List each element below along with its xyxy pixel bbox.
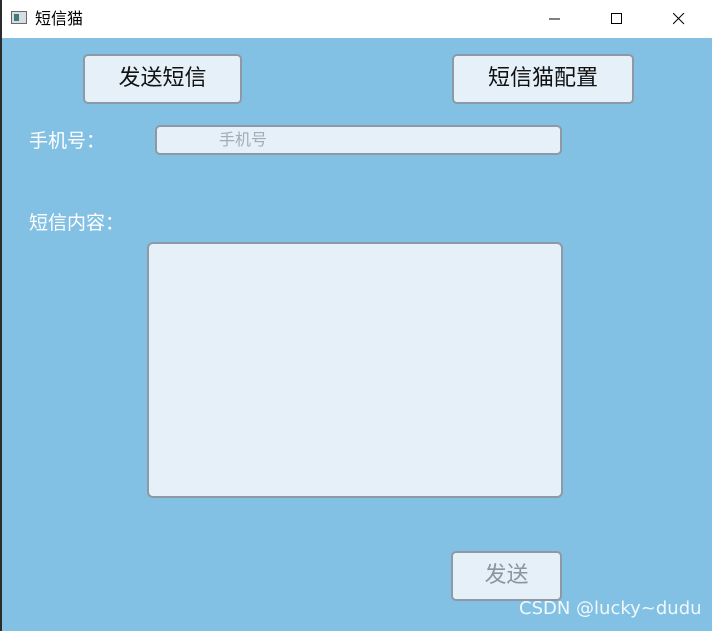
- app-icon: [11, 11, 27, 24]
- title-bar[interactable]: 短信猫: [2, 0, 712, 38]
- app-window: 短信猫 发送短信 短信猫配置 手机号： 手机号 短信内容： 发送 CSDN @l…: [2, 0, 712, 631]
- sms-content-label: 短信内容：: [29, 212, 125, 234]
- phone-label: 手机号：: [29, 130, 106, 152]
- maximize-button[interactable]: [594, 0, 640, 38]
- window-title: 短信猫: [35, 9, 84, 28]
- minimize-icon: [549, 18, 560, 20]
- send-button[interactable]: 发送: [451, 551, 562, 601]
- phone-input[interactable]: 手机号: [155, 125, 562, 155]
- watermark: CSDN @lucky~dudu: [519, 598, 702, 619]
- sms-content-textarea[interactable]: [147, 242, 563, 498]
- sms-cat-config-button[interactable]: 短信猫配置: [452, 54, 634, 104]
- minimize-button[interactable]: [532, 0, 578, 38]
- maximize-icon: [611, 13, 622, 24]
- close-button[interactable]: [656, 0, 702, 38]
- send-sms-button[interactable]: 发送短信: [83, 54, 242, 104]
- close-icon: [673, 13, 685, 25]
- phone-placeholder: 手机号: [219, 130, 268, 149]
